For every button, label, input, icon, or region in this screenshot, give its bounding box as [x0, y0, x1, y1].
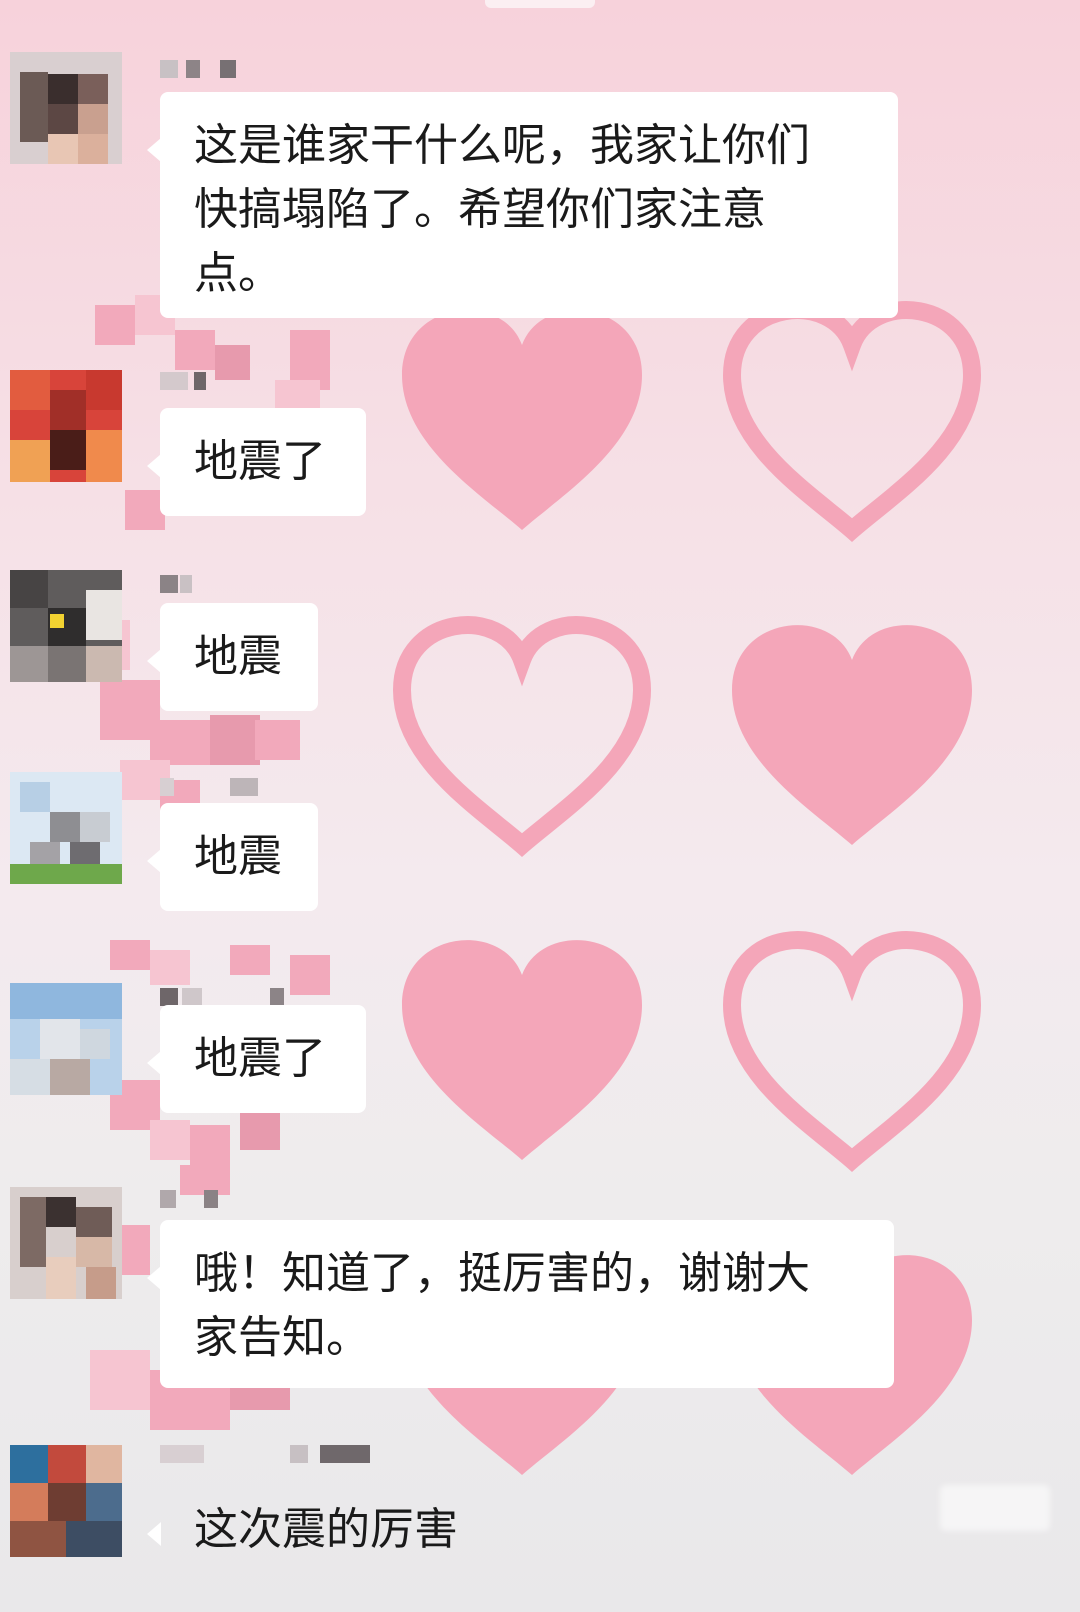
avatar[interactable]: [10, 52, 122, 164]
sender-name: [160, 1190, 240, 1210]
message-text-line: 快搞塌陷了。希望你们家注意: [194, 184, 766, 235]
message-bubble[interactable]: 地震: [147, 603, 318, 711]
message-text: 这次震的厉害: [194, 1504, 458, 1555]
message-text-line: 家告知。: [194, 1312, 370, 1363]
chat-screen: { "messages": [ { "text": "这是谁家干什么呢，我家让你…: [0, 0, 1080, 1612]
heart-outline-icon: [402, 625, 642, 845]
message-text: 地震了: [194, 1033, 326, 1084]
sender-name: [160, 575, 200, 595]
message-text: 地震了: [194, 436, 326, 487]
sender-name: [160, 372, 220, 392]
message-text: 地震: [194, 631, 282, 682]
avatar[interactable]: [10, 983, 122, 1095]
avatar[interactable]: [10, 1445, 122, 1557]
message-bubble[interactable]: 这次震的厉害: [147, 1476, 540, 1584]
heart-outline-icon: [732, 940, 972, 1160]
avatar[interactable]: [10, 772, 122, 884]
heart-outline-icon: [732, 310, 972, 530]
avatar[interactable]: [10, 570, 122, 682]
heart-filled-icon: [732, 625, 972, 845]
message-bubble[interactable]: 地震了: [147, 408, 366, 516]
sender-name: [160, 778, 260, 798]
avatar[interactable]: [10, 1187, 122, 1299]
heart-filled-icon: [402, 310, 642, 530]
message-text: 地震: [194, 831, 282, 882]
message-text-line: 点。: [194, 248, 282, 299]
message-text-line: 这是谁家干什么呢，我家让你们: [194, 120, 810, 171]
message-bubble[interactable]: 这是谁家干什么呢，我家让你们 快搞塌陷了。希望你们家注意 点。: [147, 92, 898, 318]
message-text-line: 哦！知道了，挺厉害的，谢谢大: [194, 1248, 810, 1299]
message-bubble[interactable]: 地震了: [147, 1005, 366, 1113]
message-bubble[interactable]: 地震: [147, 803, 318, 911]
message-bubble[interactable]: 哦！知道了，挺厉害的，谢谢大 家告知。: [147, 1220, 894, 1388]
sender-name: [160, 60, 240, 80]
sender-name: [160, 1445, 420, 1465]
heart-filled-icon: [402, 940, 642, 1160]
avatar[interactable]: [10, 370, 122, 482]
watermark: [940, 1485, 1050, 1531]
